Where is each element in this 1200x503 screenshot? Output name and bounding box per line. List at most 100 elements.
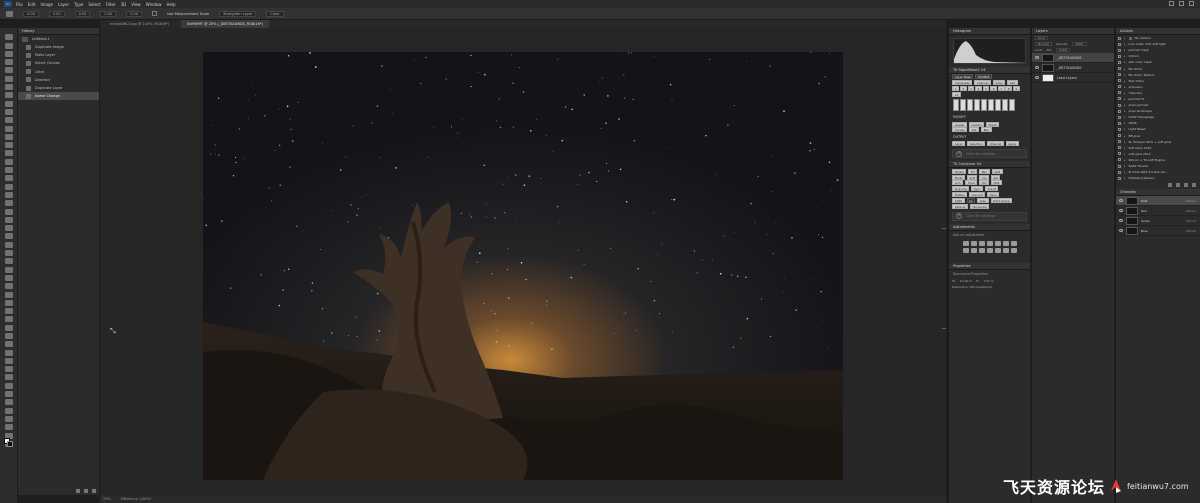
action-toggle-checkbox[interactable] [1118, 103, 1121, 107]
new-document-icon[interactable] [76, 489, 80, 493]
tab-document-1[interactable]: mediaDBL3.jpg @ 100% (RGB/8*) [104, 20, 175, 28]
rotate-tool-icon[interactable] [4, 200, 13, 207]
visibility-eye-icon[interactable] [1035, 76, 1039, 79]
expand-arrow-icon[interactable]: ▸ [1124, 85, 1126, 89]
camera-icon[interactable] [84, 489, 88, 493]
cb-acr[interactable]: ACR [991, 168, 1003, 174]
rm-out-apply[interactable]: Apply [1005, 141, 1019, 147]
mixer-tool-icon[interactable] [4, 308, 13, 315]
canvas-area[interactable] [100, 28, 946, 495]
action-toggle-checkbox[interactable] [1118, 91, 1121, 95]
stop-icon[interactable] [1168, 183, 1172, 188]
cb-s-and-m[interactable]: S & M [985, 186, 999, 192]
spot-tool-icon[interactable] [4, 241, 13, 248]
action-toggle-checkbox[interactable] [1118, 36, 1121, 40]
trash-icon[interactable] [1192, 183, 1196, 188]
action-toggle-checkbox[interactable] [1118, 54, 1121, 58]
menu-image[interactable]: Image [40, 2, 53, 7]
rm-sat[interactable]: SAT [1007, 80, 1018, 86]
action-toggle-checkbox[interactable] [1118, 73, 1121, 77]
ruler-tool-icon[interactable] [6, 10, 13, 17]
layer-row[interactable]: _DBT3SAUNDS [1032, 63, 1114, 73]
cb-save[interactable]: Save [987, 191, 1000, 197]
expand-arrow-icon[interactable]: ▸ [1124, 140, 1126, 144]
rm-composite[interactable]: Composite [952, 80, 973, 86]
cb-horizontal[interactable]: Horizontal [969, 203, 990, 209]
ruler-tool-icon[interactable] [4, 208, 13, 215]
blend-mode-select[interactable]: Normal [1035, 42, 1052, 46]
cb-stroke[interactable]: Stroke [952, 168, 967, 174]
gradient-tool-icon[interactable] [4, 125, 13, 132]
action-toggle-checkbox[interactable] [1118, 85, 1121, 89]
rm-zone-button[interactable]: 5 [982, 85, 990, 91]
expand-arrow-icon[interactable]: ▸ [1124, 158, 1126, 162]
rm-out-selection[interactable]: Selection [967, 141, 986, 147]
action-toggle-checkbox[interactable] [1118, 158, 1121, 162]
option-y[interactable]: 0.00 [48, 10, 65, 17]
rm-zone-button[interactable]: 6 [990, 85, 997, 91]
rm-out-channel[interactable]: Channel [987, 141, 1004, 147]
blur-tool-icon[interactable] [4, 133, 13, 140]
tab-document-2[interactable]: SkiffleMT @ 25% (_DBT3SAUNDS_RGB/16*) [180, 20, 269, 28]
action-toggle-checkbox[interactable] [1118, 121, 1121, 125]
history-item[interactable]: Name Change [18, 92, 99, 101]
history-item[interactable]: Make Layer [18, 51, 99, 59]
option-a[interactable]: 0.00 [126, 10, 142, 17]
visibility-eye-icon[interactable] [1119, 209, 1123, 213]
history-item[interactable]: Deselect [18, 76, 99, 84]
expand-arrow-icon[interactable]: ▸ [1124, 152, 1126, 156]
magic-wand-tool-icon[interactable] [4, 332, 13, 339]
rm-zone-button[interactable]: 10 [952, 91, 961, 97]
cb-soft[interactable]: Soft [966, 174, 978, 180]
cb-fill[interactable]: Fill [968, 168, 978, 174]
rm-source[interactable]: SOURCE [975, 74, 992, 80]
burn-tool-icon[interactable] [4, 266, 13, 273]
action-toggle-checkbox[interactable] [1118, 170, 1121, 174]
rm-zone-button[interactable]: 4 [975, 85, 982, 91]
record-icon[interactable] [1176, 183, 1180, 188]
history-item[interactable]: Duplicate Image [18, 43, 99, 51]
history-title[interactable]: History [18, 28, 99, 35]
action-toggle-checkbox[interactable] [1118, 176, 1121, 180]
hand-tool-icon[interactable] [4, 183, 13, 190]
channel-row[interactable]: Green Ctrl+4 [1116, 216, 1200, 227]
maximize-icon[interactable] [1179, 1, 1184, 6]
rm-dot[interactable]: Dot [969, 127, 980, 133]
cb-auto[interactable]: Auto [977, 197, 989, 203]
rm-zone-button[interactable]: 1 [952, 85, 960, 91]
slice-tool-icon[interactable] [4, 291, 13, 298]
visibility-eye-icon[interactable] [1119, 199, 1123, 203]
layers-title[interactable]: Layers [1032, 28, 1114, 35]
quick-select-tool-icon[interactable] [4, 59, 13, 66]
rm-zone-button[interactable]: 9 [1012, 85, 1020, 91]
action-toggle-checkbox[interactable] [1118, 152, 1121, 156]
expand-arrow-icon[interactable]: ▸ [1124, 127, 1126, 131]
pencil-tool-icon[interactable] [4, 324, 13, 331]
healing-tool-icon[interactable] [4, 84, 13, 91]
sponge-tool-icon[interactable] [4, 258, 13, 265]
rm-layer-mask[interactable]: Layer Mask [952, 74, 974, 80]
pen-tool-icon[interactable] [4, 150, 13, 157]
rm-zone-button[interactable]: 8 [1005, 85, 1013, 91]
rm-color[interactable]: Color [992, 80, 1006, 86]
menu-type[interactable]: Type [74, 2, 83, 7]
dodge-tool-icon[interactable] [4, 142, 13, 149]
layer-row[interactable]: Load Layers [1032, 73, 1114, 83]
action-toggle-checkbox[interactable] [1118, 164, 1121, 168]
move-tool-icon[interactable] [4, 34, 13, 41]
cb-mult[interactable]: Mult [990, 180, 1002, 186]
anchor-tool-icon[interactable] [4, 391, 13, 398]
rm-combo[interactable]: Combo [969, 121, 984, 127]
cb-size-value[interactable]: 1000 [952, 197, 965, 203]
cb-size-unit[interactable]: px [966, 197, 976, 203]
action-toggle-checkbox[interactable] [1118, 134, 1121, 138]
free-pen-tool-icon[interactable] [4, 399, 13, 406]
history-item[interactable]: Select Canvas [18, 59, 99, 67]
count-tool-icon[interactable] [4, 225, 13, 232]
rm-finish[interactable]: Finish [986, 121, 999, 127]
width-value[interactable]: 12.00 in [960, 279, 972, 283]
marquee-tool-icon[interactable] [4, 42, 13, 49]
expand-arrow-icon[interactable]: ▸ [1124, 79, 1126, 83]
cb-vertical[interactable]: Vertical [952, 203, 968, 209]
cb-blur[interactable]: Blur [979, 168, 990, 174]
